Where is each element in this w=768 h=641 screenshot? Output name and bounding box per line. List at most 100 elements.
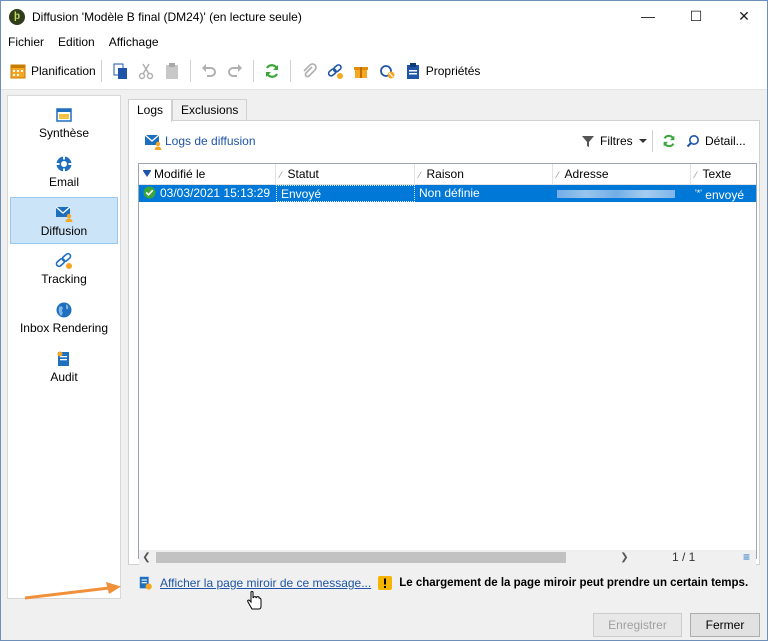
- no-tracking-icon[interactable]: [378, 62, 396, 80]
- funnel-icon: [582, 136, 594, 147]
- column-header-adresse[interactable]: ⁄ Adresse: [553, 164, 691, 185]
- planification-label: Planification: [31, 63, 96, 78]
- horizontal-scrollbar[interactable]: ❮ ❯ 1 / 1 ≡: [139, 550, 756, 565]
- sidebar-item-inbox-rendering[interactable]: Inbox Rendering: [10, 295, 118, 342]
- check-circle-icon: [143, 186, 156, 199]
- cut-icon[interactable]: [137, 62, 155, 80]
- cell-reason: Non définie: [419, 186, 480, 200]
- chevron-down-icon: [638, 139, 647, 143]
- refresh-icon[interactable]: [661, 133, 677, 149]
- menu-edition[interactable]: Edition: [51, 35, 102, 49]
- toolbar-separator: [252, 59, 254, 82]
- minimize-button[interactable]: —: [625, 1, 671, 32]
- dialog-window: ϸ Diffusion 'Modèle B final (DM24)' (en …: [0, 0, 768, 641]
- undo-icon[interactable]: [200, 62, 218, 80]
- sidebar-item-label: Tracking: [41, 272, 87, 286]
- sidebar-item-audit[interactable]: Audit: [10, 344, 118, 391]
- title-bar[interactable]: ϸ Diffusion 'Modèle B final (DM24)' (en …: [1, 1, 767, 32]
- document-audit-icon: [57, 351, 69, 366]
- lifebuoy-icon: [56, 156, 72, 172]
- calendar-icon: [10, 64, 26, 78]
- grid-header: Modifié le ⁄ Statut ⁄ Raison ⁄ Adresse ⁄ Tex…: [139, 164, 756, 185]
- clipboard-icon: [406, 62, 419, 79]
- app-logo-icon: ϸ: [9, 8, 25, 25]
- tab-logs[interactable]: Logs: [128, 99, 173, 122]
- close-window-button[interactable]: ✕: [721, 1, 767, 32]
- column-header-texte[interactable]: ⁄ Texte: [691, 164, 756, 185]
- sidebar-item-label: Inbox Rendering: [19, 321, 109, 335]
- cell-status: Envoyé: [276, 185, 415, 202]
- sort-handle-icon: ⁄: [557, 170, 559, 180]
- detail-button[interactable]: Détail...: [686, 134, 746, 148]
- gift-icon[interactable]: [352, 62, 370, 80]
- sidebar-item-label: Synthèse: [38, 126, 90, 140]
- search-icon: [686, 135, 699, 148]
- cell-text: '*' envoyé: [695, 188, 744, 202]
- envelope-person-icon: [144, 134, 162, 150]
- logs-panel: Logs de diffusion Filtres Détail... Modi…: [128, 120, 760, 565]
- panel-toolbar: Logs de diffusion Filtres Détail...: [129, 121, 759, 161]
- sort-handle-icon: ⁄: [419, 170, 421, 180]
- pager-label: 1 / 1: [672, 550, 696, 564]
- tab-exclusions[interactable]: Exclusions: [172, 99, 248, 121]
- sidebar-item-tracking[interactable]: Tracking: [10, 246, 118, 293]
- link-icon[interactable]: [326, 62, 344, 80]
- mirror-page-bar: Afficher la page miroir de ce message...…: [126, 571, 763, 595]
- filters-button[interactable]: Filtres: [581, 134, 648, 148]
- toolbar-separator: [289, 59, 291, 82]
- sort-handle-icon: ⁄: [695, 170, 697, 180]
- refresh-icon[interactable]: [263, 62, 281, 80]
- attachment-icon[interactable]: [300, 62, 318, 80]
- toolbar-separator: [189, 59, 191, 82]
- content-area: Logs Exclusions Logs de diffusion Filtre…: [126, 95, 763, 598]
- paste-icon[interactable]: [163, 62, 181, 80]
- table-row[interactable]: 03/03/2021 15:13:29 Envoyé Non définie '…: [139, 185, 756, 202]
- sidebar-item-label: Email: [48, 175, 79, 189]
- sort-desc-icon: [143, 170, 151, 177]
- globe-icon: [56, 302, 72, 318]
- logs-grid: Modifié le ⁄ Statut ⁄ Raison ⁄ Adresse ⁄ Tex…: [138, 163, 757, 565]
- main-toolbar: Planification Propriétés: [1, 52, 767, 90]
- save-button[interactable]: Enregistrer: [593, 613, 682, 637]
- sidebar-item-email[interactable]: Email: [10, 149, 118, 196]
- warning-icon: [378, 576, 393, 590]
- mirror-page-link[interactable]: Afficher la page miroir de ce message...: [160, 576, 371, 590]
- blurred-address: [557, 190, 675, 198]
- menu-affichage[interactable]: Affichage: [102, 35, 166, 49]
- sort-handle-icon: ⁄: [280, 170, 282, 180]
- logs-link-label: Logs de diffusion: [165, 134, 256, 148]
- planification-button[interactable]: Planification: [5, 58, 96, 84]
- mirror-warning-text: Le chargement de la page miroir peut pre…: [399, 577, 749, 589]
- redo-icon[interactable]: [226, 62, 244, 80]
- sidebar: Synthèse Email Diffusion Tracking Inbox …: [7, 95, 121, 599]
- menu-fichier[interactable]: Fichier: [1, 35, 51, 49]
- column-header-statut[interactable]: ⁄ Statut: [276, 164, 415, 185]
- scrollbar-thumb[interactable]: [156, 552, 566, 563]
- column-menu-icon[interactable]: ≡: [739, 550, 754, 565]
- toolbar-separator: [652, 130, 653, 152]
- column-header-raison[interactable]: ⁄ Raison: [415, 164, 553, 185]
- proprietes-button[interactable]: Propriétés: [400, 58, 481, 84]
- sidebar-item-synthese[interactable]: Synthèse: [10, 100, 118, 147]
- cell-modified: 03/03/2021 15:13:29: [139, 185, 276, 202]
- sidebar-item-label: Audit: [50, 370, 78, 384]
- envelope-person-icon: [55, 206, 73, 222]
- detail-label: Détail...: [705, 134, 746, 148]
- close-button[interactable]: Fermer: [690, 613, 760, 637]
- maximize-button[interactable]: ☐: [673, 1, 719, 32]
- window-title: Diffusion 'Modèle B final (DM24)' (en le…: [32, 9, 302, 24]
- dialog-footer: Enregistrer Fermer: [1, 602, 767, 640]
- sidebar-item-diffusion[interactable]: Diffusion: [10, 197, 118, 244]
- scroll-right-icon[interactable]: ❯: [617, 550, 632, 565]
- scroll-left-icon[interactable]: ❮: [139, 550, 154, 565]
- column-header-modifie-le[interactable]: Modifié le: [139, 164, 276, 185]
- mirror-page-icon: [139, 576, 152, 590]
- copy-icon[interactable]: [111, 62, 129, 80]
- annotation-arrow-icon: [24, 582, 121, 600]
- proprietes-label: Propriétés: [425, 63, 481, 78]
- chain-link-icon: [55, 252, 72, 269]
- tab-strip: Logs Exclusions: [128, 99, 248, 122]
- sidebar-item-label: Diffusion: [40, 224, 88, 238]
- filters-label: Filtres: [600, 134, 633, 148]
- logs-de-diffusion-link[interactable]: Logs de diffusion: [144, 132, 256, 150]
